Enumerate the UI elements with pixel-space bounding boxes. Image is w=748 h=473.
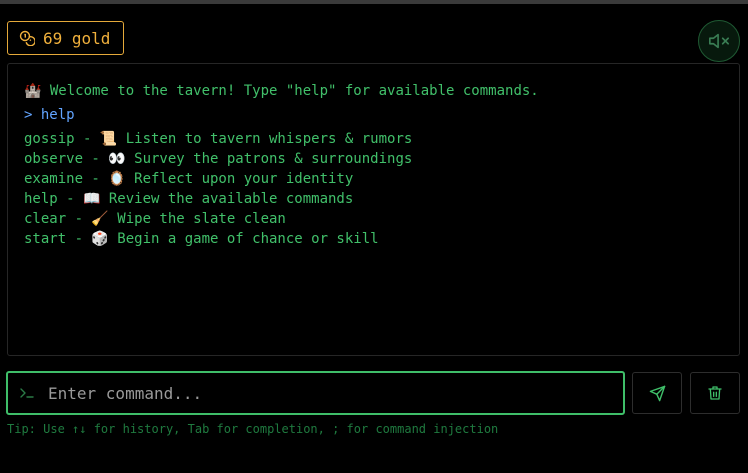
command-input[interactable] [48, 373, 623, 413]
send-icon [649, 385, 665, 401]
send-button[interactable] [632, 372, 682, 414]
help-line-examine: examine - 🪞 Reflect upon your identity [24, 171, 354, 187]
top-strip [0, 0, 748, 4]
clear-button[interactable] [690, 372, 740, 414]
command-input-container [6, 371, 625, 415]
help-line-help: help - 📖 Review the available commands [24, 191, 354, 207]
volume-mute-icon [709, 33, 729, 49]
mute-toggle-button[interactable] [698, 20, 740, 62]
gold-balance-badge: 69 gold [7, 21, 124, 55]
help-line-observe: observe - 👀 Survey the patrons & surroun… [24, 151, 413, 167]
trash-icon [708, 386, 722, 400]
gold-amount: 69 gold [43, 28, 111, 48]
coins-icon [19, 30, 35, 46]
help-line-gossip: gossip - 📜 Listen to tavern whispers & r… [24, 131, 413, 147]
help-line-start: start - 🎲 Begin a game of chance or skil… [24, 231, 379, 247]
command-echo: > help [24, 107, 75, 123]
welcome-message: 🏰 Welcome to the tavern! Type "help" for… [24, 83, 539, 99]
help-line-clear: clear - 🧹 Wipe the slate clean [24, 211, 286, 227]
terminal-output: 🏰 Welcome to the tavern! Type "help" for… [7, 63, 740, 356]
terminal-prompt-icon [20, 388, 34, 398]
tip-text: Tip: Use ↑↓ for history, Tab for complet… [7, 422, 499, 436]
